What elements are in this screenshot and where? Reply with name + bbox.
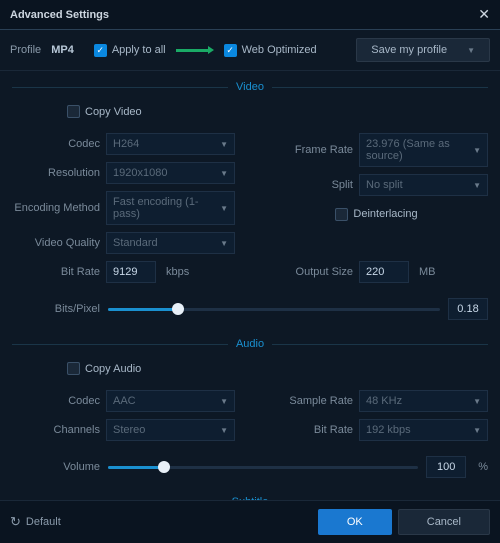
copy-video-checkbox[interactable]: Copy Video (67, 105, 488, 118)
checkbox-checked-icon: ✓ (224, 44, 237, 57)
checkbox-unchecked-icon (67, 362, 80, 375)
ok-button[interactable]: OK (318, 509, 392, 535)
copy-video-label: Copy Video (85, 106, 142, 118)
samplerate-label: Sample Rate (265, 395, 353, 407)
resolution-label: Resolution (12, 167, 100, 179)
outputsize-unit: MB (419, 266, 436, 278)
apply-to-all-label: Apply to all (112, 44, 166, 56)
default-label: Default (26, 516, 61, 528)
chevron-down-icon: ▼ (473, 397, 481, 406)
outputsize-label: Output Size (265, 266, 353, 278)
chevron-down-icon: ▼ (220, 169, 228, 178)
deinterlacing-checkbox[interactable]: Deinterlacing (335, 208, 417, 221)
split-label: Split (265, 179, 353, 191)
volume-label: Volume (12, 461, 100, 473)
titlebar: Advanced Settings ✕ (0, 0, 500, 30)
chevron-down-icon: ▼ (473, 181, 481, 190)
quality-label: Video Quality (12, 237, 100, 249)
framerate-select[interactable]: 23.976 (Same as source)▼ (359, 133, 488, 167)
video-quality-select[interactable]: Standard▼ (106, 232, 235, 254)
volume-slider[interactable] (108, 466, 418, 469)
arrow-icon (176, 46, 214, 54)
volume-value[interactable]: 100 (426, 456, 466, 478)
window-title: Advanced Settings (10, 9, 109, 21)
channels-label: Channels (12, 424, 100, 436)
footer: ↻ Default OK Cancel (0, 500, 500, 543)
bitspixel-label: Bits/Pixel (12, 303, 100, 315)
resolution-select[interactable]: 1920x1080▼ (106, 162, 235, 184)
video-section-header: Video (12, 71, 488, 99)
framerate-label: Frame Rate (265, 144, 353, 156)
save-profile-button[interactable]: Save my profile ▼ (356, 38, 490, 62)
web-optimized-label: Web Optimized (242, 44, 317, 56)
outputsize-input[interactable]: 220 (359, 261, 409, 283)
audio-codec-label: Codec (12, 395, 100, 407)
copy-audio-label: Copy Audio (85, 363, 141, 375)
chevron-down-icon: ▼ (220, 397, 228, 406)
chevron-down-icon: ▼ (220, 239, 228, 248)
video-bitrate-input[interactable]: 9129 (106, 261, 156, 283)
codec-label: Codec (12, 138, 100, 150)
video-section-title: Video (228, 81, 272, 93)
top-row: Profile MP4 ✓ Apply to all ✓ Web Optimiz… (0, 30, 500, 71)
audio-codec-select[interactable]: AAC▼ (106, 390, 235, 412)
chevron-down-icon: ▼ (473, 426, 481, 435)
cancel-button[interactable]: Cancel (398, 509, 490, 535)
apply-to-all-checkbox[interactable]: ✓ Apply to all (94, 44, 166, 57)
profile-value: MP4 (51, 44, 74, 56)
default-button[interactable]: ↻ Default (10, 514, 61, 530)
checkbox-unchecked-icon (335, 208, 348, 221)
profile-label: Profile (10, 44, 41, 56)
video-codec-select[interactable]: H264▼ (106, 133, 235, 155)
checkbox-unchecked-icon (67, 105, 80, 118)
audio-bitrate-select[interactable]: 192 kbps▼ (359, 419, 488, 441)
deinterlacing-label: Deinterlacing (353, 208, 417, 220)
chevron-down-icon: ▼ (220, 426, 228, 435)
audio-bitrate-label: Bit Rate (265, 424, 353, 436)
chevron-down-icon: ▼ (467, 46, 475, 55)
web-optimized-checkbox[interactable]: ✓ Web Optimized (224, 44, 317, 57)
bitspixel-slider[interactable] (108, 308, 440, 311)
close-icon[interactable]: ✕ (478, 6, 490, 23)
chevron-down-icon: ▼ (220, 204, 228, 213)
slider-thumb-icon[interactable] (158, 461, 170, 473)
volume-unit: % (478, 461, 488, 473)
save-profile-label: Save my profile (371, 44, 447, 56)
bitspixel-value[interactable]: 0.18 (448, 298, 488, 320)
chevron-down-icon: ▼ (220, 140, 228, 149)
copy-audio-checkbox[interactable]: Copy Audio (67, 362, 488, 375)
audio-section-header: Audio (12, 328, 488, 356)
channels-select[interactable]: Stereo▼ (106, 419, 235, 441)
bitrate-unit: kbps (166, 266, 189, 278)
checkbox-checked-icon: ✓ (94, 44, 107, 57)
audio-section-title: Audio (228, 338, 272, 350)
samplerate-select[interactable]: 48 KHz▼ (359, 390, 488, 412)
encoding-method-select[interactable]: Fast encoding (1-pass)▼ (106, 191, 235, 225)
slider-thumb-icon[interactable] (172, 303, 184, 315)
bitrate-label: Bit Rate (12, 266, 100, 278)
split-select[interactable]: No split▼ (359, 174, 488, 196)
encoding-label: Encoding Method (12, 202, 100, 214)
refresh-icon: ↻ (10, 514, 21, 530)
chevron-down-icon: ▼ (473, 146, 481, 155)
